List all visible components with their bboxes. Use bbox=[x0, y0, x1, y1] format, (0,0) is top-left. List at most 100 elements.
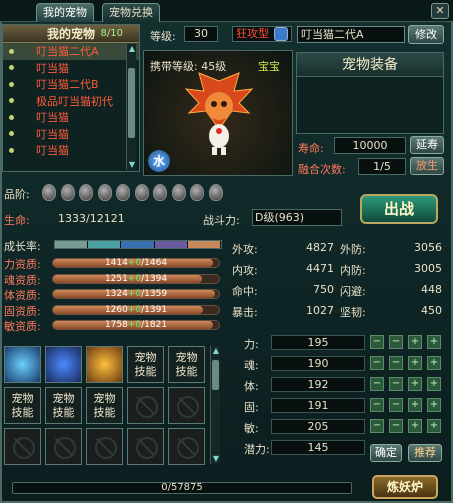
recommend-button[interactable]: 推荐 bbox=[408, 444, 442, 462]
increase-attribute-button[interactable]: + bbox=[408, 419, 422, 433]
bullet-icon bbox=[9, 81, 14, 87]
increase-attribute-button[interactable]: + bbox=[408, 356, 422, 370]
life-value: 1333/12121 bbox=[58, 212, 125, 225]
decrease-attribute-button[interactable]: − bbox=[389, 377, 403, 391]
aptitude-bar: 1324+0/1359 bbox=[52, 289, 220, 299]
combat-stat-label: 暴击: bbox=[232, 306, 258, 319]
scroll-thumb[interactable] bbox=[128, 68, 135, 138]
aptitude-label: 固资质: bbox=[4, 304, 41, 318]
pet-list-item[interactable]: 叮当猫 bbox=[3, 60, 139, 77]
extend-life-button[interactable]: 延寿 bbox=[410, 136, 444, 154]
close-button[interactable]: ✕ bbox=[431, 3, 449, 19]
attribute-label: 体: bbox=[244, 380, 259, 393]
increase-attribute-button[interactable]: + bbox=[408, 377, 422, 391]
aptitude-label: 敏资质: bbox=[4, 320, 41, 333]
skill-slot-label: 宠物 bbox=[52, 392, 75, 405]
tab-pet-exchange[interactable]: 宠物兑换 bbox=[102, 3, 160, 22]
aptitude-bar: 1758+0/1821 bbox=[52, 320, 220, 330]
combat-stat-value: 4471 bbox=[306, 262, 334, 275]
rename-button[interactable]: 修改 bbox=[408, 25, 444, 44]
power-value: D级(963) bbox=[252, 209, 342, 226]
increase-attribute-button[interactable]: + bbox=[427, 356, 441, 370]
skill-slot-label: 技能 bbox=[52, 406, 75, 419]
pet-list-item[interactable]: 叮当猫 bbox=[3, 126, 139, 143]
quality-egg-icon bbox=[171, 184, 186, 201]
equip-title: 宠物装备 bbox=[297, 53, 443, 77]
type-dropdown-icon[interactable] bbox=[274, 27, 288, 41]
pet-list-item[interactable]: 叮当猫二代A bbox=[3, 43, 139, 60]
increase-attribute-button[interactable]: + bbox=[408, 398, 422, 412]
decrease-attribute-button[interactable]: − bbox=[389, 398, 403, 412]
pet-list-item[interactable]: 叮当猫 bbox=[3, 109, 139, 126]
fight-button[interactable]: 出战 bbox=[360, 194, 438, 224]
skill-slot-empty[interactable]: 宠物 技能 bbox=[127, 346, 164, 383]
decrease-attribute-button[interactable]: − bbox=[389, 419, 403, 433]
skill-slot-locked bbox=[4, 428, 41, 465]
skill-slot-locked bbox=[127, 428, 164, 465]
decrease-attribute-button[interactable]: − bbox=[389, 335, 403, 349]
increase-attribute-button[interactable]: + bbox=[427, 335, 441, 349]
growth-segment bbox=[121, 241, 155, 248]
baobao-tag: 宝宝 bbox=[258, 60, 280, 73]
combat-stat-value: 448 bbox=[421, 283, 442, 296]
decrease-attribute-button[interactable]: − bbox=[370, 398, 384, 412]
decrease-attribute-button[interactable]: − bbox=[389, 356, 403, 370]
skill-slot-empty[interactable]: 宠物 技能 bbox=[45, 387, 82, 424]
decrease-attribute-button[interactable]: − bbox=[370, 356, 384, 370]
skill-grid: 宠物 技能 宠物 技能 宠物 技能 宠物 技能 宠物 技能 bbox=[2, 344, 218, 466]
aptitude-value: 1324+0/1359 bbox=[104, 289, 168, 299]
level-label: 等级: bbox=[150, 30, 176, 43]
scroll-up-icon[interactable]: ▲ bbox=[211, 346, 221, 356]
release-button[interactable]: 放生 bbox=[410, 157, 444, 175]
refine-furnace-button[interactable]: 炼妖炉 bbox=[372, 475, 438, 499]
pet-list-scrollbar[interactable]: ▲ ▼ bbox=[126, 44, 136, 170]
pet-list-item[interactable]: 叮当猫二代B bbox=[3, 76, 139, 93]
tab-my-pets[interactable]: 我的宠物 bbox=[36, 3, 94, 22]
attribute-label: 魂: bbox=[244, 359, 259, 372]
claw-skill-icon[interactable] bbox=[4, 346, 41, 383]
decrease-attribute-button[interactable]: − bbox=[370, 419, 384, 433]
decrease-attribute-button[interactable]: − bbox=[370, 377, 384, 391]
wave-skill-icon[interactable] bbox=[45, 346, 82, 383]
quality-egg-icon bbox=[97, 184, 112, 201]
pet-list-item[interactable]: 极品叮当猫初代 bbox=[3, 93, 139, 110]
combat-stat-value: 450 bbox=[421, 304, 442, 317]
quality-egg-icon bbox=[116, 184, 130, 201]
increase-attribute-button[interactable]: + bbox=[427, 377, 441, 391]
aptitude-bar: 1251+0/1394 bbox=[52, 273, 220, 284]
lifespan-value: 10000 bbox=[334, 137, 406, 154]
decrease-attribute-button[interactable]: − bbox=[370, 335, 384, 349]
skill-slot-empty[interactable]: 宠物 技能 bbox=[168, 346, 205, 383]
skill-slot-label: 技能 bbox=[93, 406, 116, 419]
aptitude-bar: 1260+0/1391 bbox=[52, 304, 220, 315]
fuse-label: 融合次数: bbox=[298, 163, 346, 176]
pet-list-title: 我的宠物 bbox=[46, 27, 95, 41]
pet-name-field[interactable]: 叮当猫二代A bbox=[297, 26, 405, 43]
sun-skill-icon[interactable] bbox=[86, 346, 123, 383]
element-badge: 水 bbox=[148, 150, 170, 172]
combat-stat-value: 4827 bbox=[306, 241, 334, 254]
growth-segment bbox=[187, 241, 222, 248]
increase-attribute-button[interactable]: + bbox=[427, 398, 441, 412]
level-value: 30 bbox=[184, 26, 218, 42]
scroll-thumb[interactable] bbox=[212, 360, 219, 390]
increase-attribute-button[interactable]: + bbox=[408, 335, 422, 349]
growth-bar bbox=[54, 240, 222, 249]
skill-scrollbar[interactable]: ▲ ▼ bbox=[210, 346, 220, 464]
combat-stat-label: 命中: bbox=[232, 285, 258, 298]
skill-slot-label: 技能 bbox=[175, 365, 198, 378]
increase-attribute-button[interactable]: + bbox=[427, 419, 441, 433]
growth-segment bbox=[88, 241, 122, 248]
scroll-down-icon[interactable]: ▼ bbox=[127, 160, 137, 170]
tab-bar: 我的宠物 宠物兑换 ✕ bbox=[0, 0, 453, 22]
aptitude-value: 1758+0/1821 bbox=[104, 320, 168, 330]
scroll-down-icon[interactable]: ▼ bbox=[211, 454, 221, 464]
pet-list-item[interactable]: 叮当猫 bbox=[3, 142, 139, 159]
attribute-value: 192 bbox=[271, 377, 365, 392]
skill-slot-empty[interactable]: 宠物 技能 bbox=[4, 387, 41, 424]
skill-slot-empty[interactable]: 宠物 技能 bbox=[86, 387, 123, 424]
scroll-up-icon[interactable]: ▲ bbox=[127, 44, 137, 54]
attribute-value: 190 bbox=[271, 356, 365, 371]
confirm-button[interactable]: 确定 bbox=[370, 444, 402, 462]
attribute-label: 固: bbox=[244, 401, 259, 414]
